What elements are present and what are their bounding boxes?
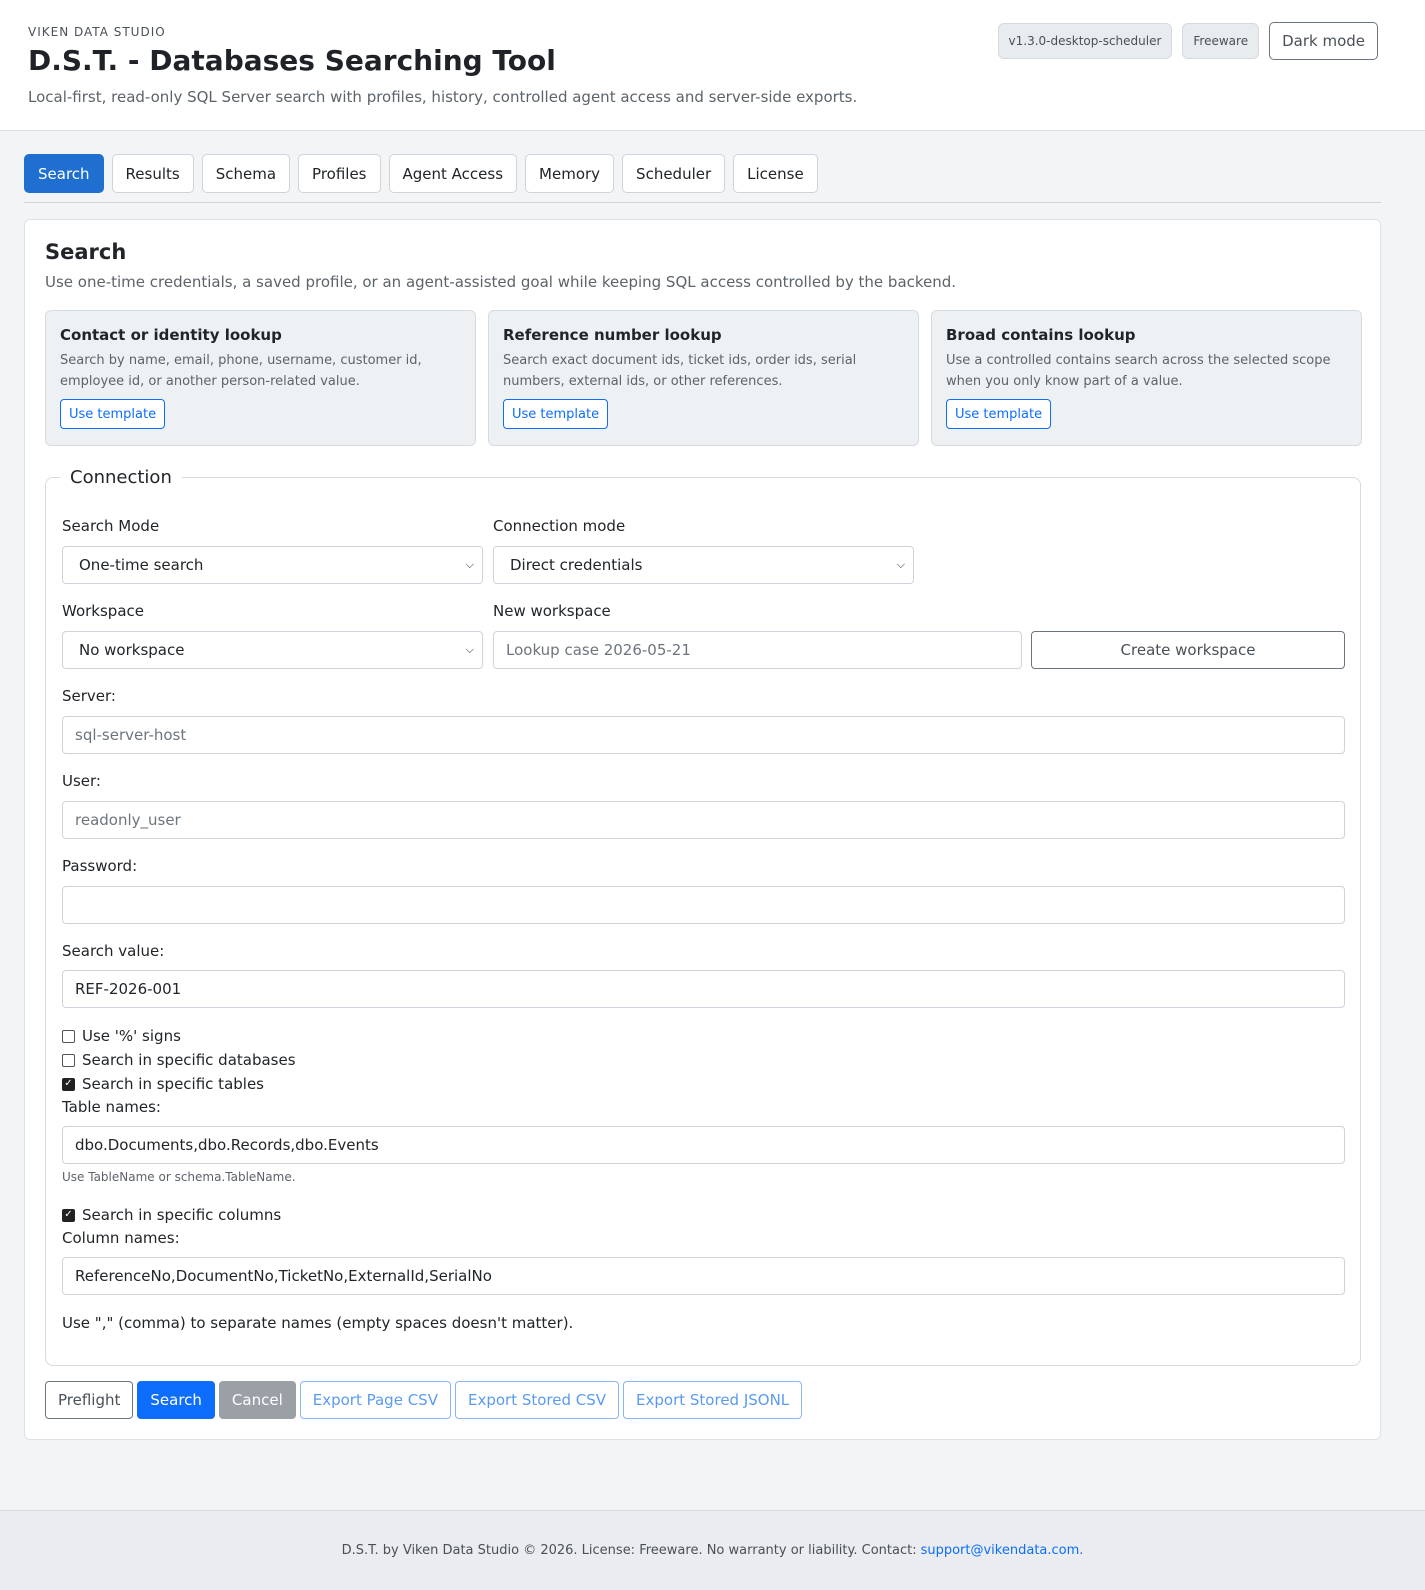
workspace-select[interactable]: No workspace ⌵ <box>62 631 483 669</box>
panel-title: Search <box>45 240 127 264</box>
main-tabs: Search Results Schema Profiles Agent Acc… <box>24 154 818 193</box>
server-placeholder: sql-server-host <box>75 726 187 744</box>
specific-columns-label: Search in specific columns <box>82 1206 282 1224</box>
new-workspace-placeholder: Lookup case 2026-05-21 <box>506 641 691 659</box>
footer-text: D.S.T. by Viken Data Studio © 2026. Lice… <box>341 1543 917 1558</box>
preflight-button[interactable]: Preflight <box>45 1381 134 1419</box>
specific-tables-checkbox[interactable]: ✓ <box>62 1077 75 1091</box>
column-names-label: Column names: <box>62 1229 180 1247</box>
table-names-input[interactable]: dbo.Documents,dbo.Records,dbo.Events <box>62 1126 1345 1164</box>
chevron-down-icon: ⌵ <box>465 643 474 656</box>
user-input[interactable]: readonly_user <box>62 801 1345 839</box>
search-mode-value: One-time search <box>79 556 204 574</box>
search-mode-label: Search Mode <box>62 517 160 535</box>
search-button[interactable]: Search <box>137 1381 215 1419</box>
search-value-text: REF-2026-001 <box>75 980 182 998</box>
specific-columns-checkbox[interactable]: ✓ <box>62 1208 75 1222</box>
tab-search[interactable]: Search <box>24 154 104 193</box>
tab-memory[interactable]: Memory <box>525 154 615 193</box>
connection-legend: Connection <box>60 467 182 488</box>
connection-fieldset: Connection Search Mode One-time search ⌵… <box>45 467 1361 1366</box>
template-description: Search exact document ids, ticket ids, o… <box>503 353 857 389</box>
tab-agent-access[interactable]: Agent Access <box>388 154 518 193</box>
template-card-broad: Broad contains lookup Use a controlled c… <box>931 310 1362 446</box>
connection-mode-value: Direct credentials <box>510 556 643 574</box>
password-input[interactable] <box>62 886 1345 924</box>
server-input[interactable]: sql-server-host <box>62 716 1345 754</box>
tab-license[interactable]: License <box>733 154 818 193</box>
specific-databases-checkbox-row[interactable]: Search in specific databases <box>62 1051 296 1069</box>
export-stored-jsonl-button[interactable]: Export Stored JSONL <box>623 1381 803 1419</box>
template-description: Use a controlled contains search across … <box>946 353 1331 389</box>
column-names-input[interactable]: ReferenceNo,DocumentNo,TicketNo,External… <box>62 1257 1345 1295</box>
search-panel: Search Use one-time credentials, a saved… <box>24 219 1381 1440</box>
specific-tables-checkbox-row[interactable]: ✓ Search in specific tables <box>62 1075 264 1093</box>
tab-schema[interactable]: Schema <box>201 154 291 193</box>
separator-note: Use "," (comma) to separate names (empty… <box>62 1314 574 1332</box>
specific-databases-label: Search in specific databases <box>82 1051 296 1069</box>
template-card-contact: Contact or identity lookup Search by nam… <box>45 310 476 446</box>
workspace-value: No workspace <box>79 641 185 659</box>
template-title: Broad contains lookup <box>946 326 1136 344</box>
template-title: Reference number lookup <box>503 326 722 344</box>
template-title: Contact or identity lookup <box>60 326 282 344</box>
app-tagline: Local-first, read-only SQL Server search… <box>28 88 858 106</box>
action-bar: Preflight Search Cancel Export Page CSV … <box>45 1381 803 1419</box>
chevron-down-icon: ⌵ <box>896 558 905 571</box>
app-header: VIKEN DATA STUDIO D.S.T. - Databases Sea… <box>0 0 1425 131</box>
user-placeholder: readonly_user <box>75 811 181 829</box>
export-page-csv-button[interactable]: Export Page CSV <box>299 1381 451 1419</box>
chevron-down-icon: ⌵ <box>465 558 474 571</box>
export-stored-csv-button[interactable]: Export Stored CSV <box>454 1381 620 1419</box>
header-actions: v1.3.0-desktop-scheduler Freeware Dark m… <box>997 22 1378 60</box>
search-value-input[interactable]: REF-2026-001 <box>62 970 1345 1008</box>
use-percent-label: Use '%' signs <box>82 1027 181 1045</box>
table-names-hint: Use TableName or schema.TableName. <box>62 1170 296 1184</box>
tab-results[interactable]: Results <box>111 154 194 193</box>
brand-label: VIKEN DATA STUDIO <box>28 25 166 39</box>
template-description: Search by name, email, phone, username, … <box>60 353 422 389</box>
user-label: User: <box>62 772 101 790</box>
version-badge: v1.3.0-desktop-scheduler <box>997 23 1173 59</box>
cancel-button[interactable]: Cancel <box>218 1381 296 1419</box>
use-percent-checkbox-row[interactable]: Use '%' signs <box>62 1027 181 1045</box>
support-email-link[interactable]: support@vikendata.com. <box>921 1543 1084 1558</box>
connection-mode-select[interactable]: Direct credentials ⌵ <box>493 546 914 584</box>
connection-mode-label: Connection mode <box>493 517 626 535</box>
specific-tables-label: Search in specific tables <box>82 1075 264 1093</box>
template-card-reference: Reference number lookup Search exact doc… <box>488 310 919 446</box>
new-workspace-input[interactable]: Lookup case 2026-05-21 <box>493 631 1022 669</box>
license-badge: Freeware <box>1182 23 1260 59</box>
use-template-button[interactable]: Use template <box>946 399 1052 429</box>
app-title: D.S.T. - Databases Searching Tool <box>28 44 556 77</box>
create-workspace-button[interactable]: Create workspace <box>1031 631 1345 669</box>
new-workspace-label: New workspace <box>493 602 611 620</box>
use-template-button[interactable]: Use template <box>503 399 609 429</box>
table-names-label: Table names: <box>62 1098 161 1116</box>
specific-databases-checkbox[interactable] <box>62 1053 75 1067</box>
panel-description: Use one-time credentials, a saved profil… <box>45 273 957 291</box>
workspace-label: Workspace <box>62 602 144 620</box>
dark-mode-button[interactable]: Dark mode <box>1269 22 1378 60</box>
search-mode-select[interactable]: One-time search ⌵ <box>62 546 483 584</box>
use-template-button[interactable]: Use template <box>60 399 166 429</box>
password-label: Password: <box>62 857 138 875</box>
tabs-divider <box>24 202 1381 203</box>
server-label: Server: <box>62 687 116 705</box>
tab-profiles[interactable]: Profiles <box>298 154 381 193</box>
table-names-value: dbo.Documents,dbo.Records,dbo.Events <box>75 1136 379 1154</box>
tab-scheduler[interactable]: Scheduler <box>622 154 726 193</box>
specific-columns-checkbox-row[interactable]: ✓ Search in specific columns <box>62 1206 281 1224</box>
column-names-value: ReferenceNo,DocumentNo,TicketNo,External… <box>75 1267 492 1285</box>
search-value-label: Search value: <box>62 942 165 960</box>
app-footer: D.S.T. by Viken Data Studio © 2026. Lice… <box>0 1510 1425 1590</box>
use-percent-checkbox[interactable] <box>62 1029 75 1043</box>
